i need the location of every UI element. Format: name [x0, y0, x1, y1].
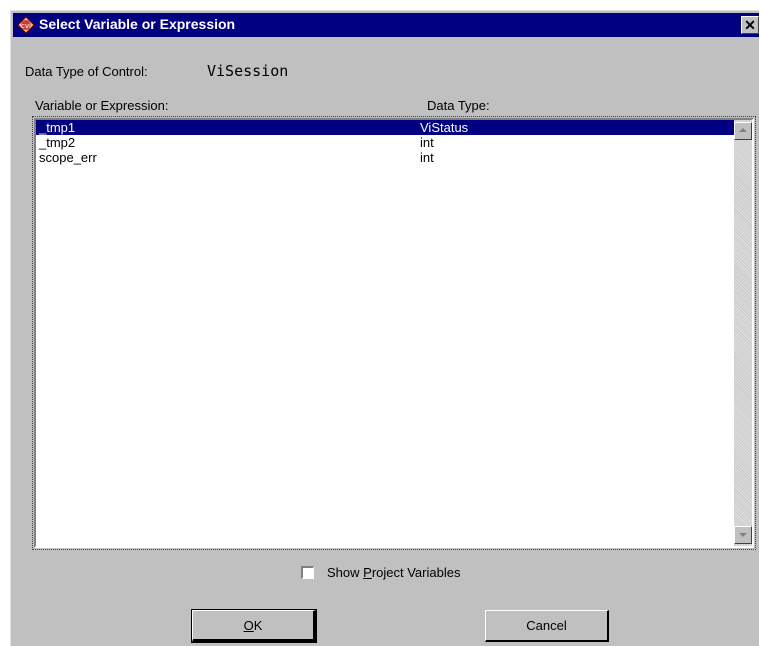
- column-header-variable: Variable or Expression:: [35, 98, 169, 113]
- window-title: Select Variable or Expression: [39, 16, 236, 32]
- arrow-down-icon: [739, 533, 747, 537]
- cvi-app-icon: cvi: [17, 16, 35, 34]
- variable-type: ViStatus: [420, 120, 469, 135]
- title-bar[interactable]: cvi Select Variable or Expression ✕: [13, 13, 759, 37]
- select-variable-dialog: cvi Select Variable or Expression ✕ Data…: [10, 10, 759, 646]
- variable-list-rows: _tmp1 ViStatus _tmp2 int scope_err int: [36, 120, 734, 546]
- variable-name: scope_err: [39, 150, 97, 165]
- scroll-down-button[interactable]: [734, 526, 752, 544]
- variable-list[interactable]: _tmp1 ViStatus _tmp2 int scope_err int: [32, 116, 756, 550]
- svg-text:cvi: cvi: [21, 22, 31, 30]
- variable-type: int: [420, 150, 434, 165]
- list-item[interactable]: _tmp2 int: [36, 135, 734, 150]
- close-icon[interactable]: ✕: [741, 16, 759, 34]
- variable-type: int: [420, 135, 434, 150]
- scroll-up-button[interactable]: [734, 122, 752, 140]
- cancel-button[interactable]: Cancel: [485, 610, 609, 642]
- variable-name: _tmp1: [39, 120, 76, 135]
- vertical-scrollbar[interactable]: [734, 120, 752, 546]
- variable-name: _tmp2: [39, 135, 76, 150]
- data-type-of-control-label: Data Type of Control:: [25, 64, 148, 79]
- column-header-data-type: Data Type:: [427, 98, 490, 113]
- ok-button[interactable]: OK: [191, 609, 317, 643]
- show-project-variables-checkbox[interactable]: [301, 566, 314, 579]
- show-project-variables-label: Show Project Variables: [327, 565, 461, 580]
- arrow-up-icon: [739, 128, 747, 132]
- list-item[interactable]: _tmp1 ViStatus: [36, 120, 734, 135]
- data-type-of-control-value: ViSession: [207, 62, 289, 80]
- list-item[interactable]: scope_err int: [36, 150, 734, 165]
